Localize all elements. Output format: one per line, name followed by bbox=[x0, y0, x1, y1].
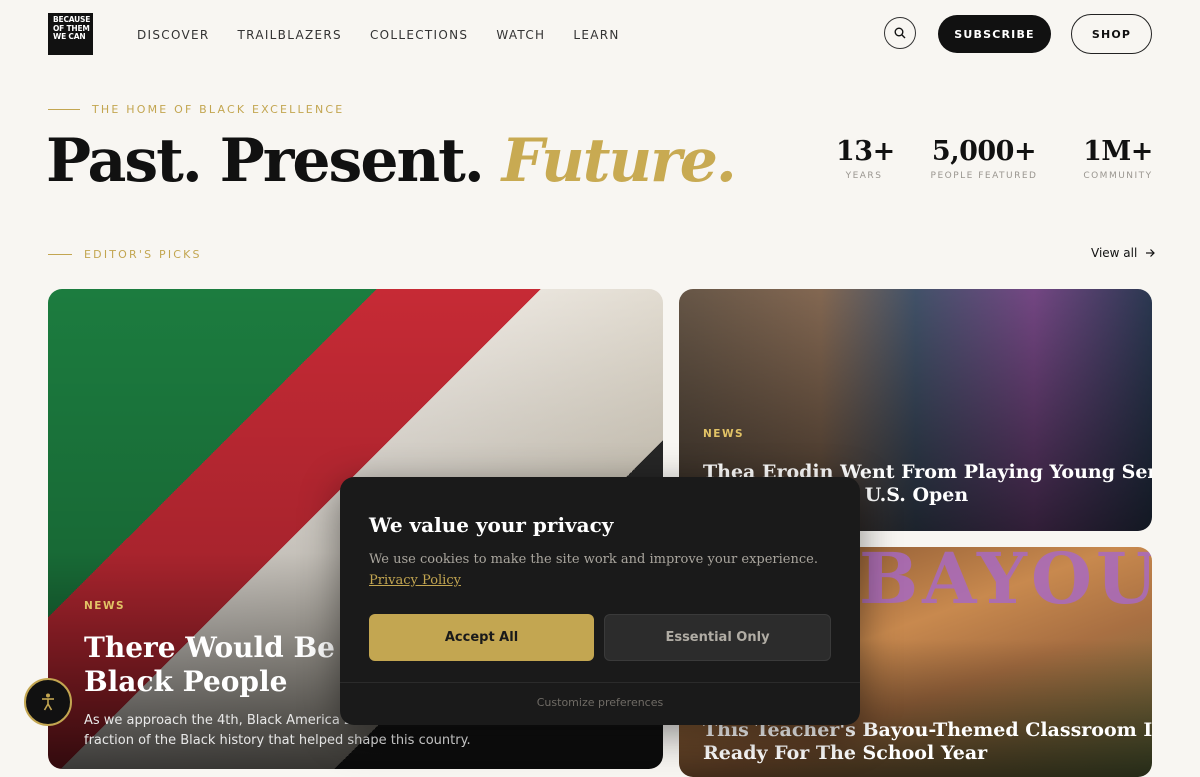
dialog-title: We value your privacy bbox=[369, 513, 614, 537]
accessibility-icon bbox=[42, 693, 54, 711]
stat-label: YEARS bbox=[845, 171, 883, 181]
essential-only-button[interactable]: Essential Only bbox=[604, 614, 831, 661]
view-all-link[interactable]: View all bbox=[1091, 246, 1156, 260]
view-all-label: View all bbox=[1091, 246, 1138, 260]
nav-watch[interactable]: WATCH bbox=[496, 28, 545, 42]
divider bbox=[340, 682, 860, 683]
section-rule bbox=[48, 254, 72, 255]
sign-text: BAYOU bbox=[859, 547, 1152, 620]
excerpt-line: fraction of the Black history that helpe… bbox=[84, 733, 471, 748]
stat-label: COMMUNITY bbox=[1083, 171, 1153, 181]
dialog-text: We use cookies to make the site work and… bbox=[369, 552, 818, 567]
nav-learn[interactable]: LEARN bbox=[573, 28, 619, 42]
stat-community: 1M+ COMMUNITY bbox=[1080, 136, 1156, 181]
card-tag: NEWS bbox=[703, 428, 745, 440]
nav-trailblazers[interactable]: TRAILBLAZERS bbox=[238, 28, 342, 42]
search-icon bbox=[894, 27, 906, 39]
card-title-line: Ready For The School Year bbox=[703, 742, 988, 764]
privacy-policy-link[interactable]: Privacy Policy bbox=[369, 573, 461, 588]
section-label: EDITOR'S PICKS bbox=[48, 248, 202, 261]
section-title: EDITOR'S PICKS bbox=[84, 248, 202, 261]
stat-value: 1M+ bbox=[1083, 136, 1153, 167]
stat-label: PEOPLE FEATURED bbox=[930, 171, 1038, 181]
logo[interactable]: BECAUSE OF THEM WE CAN bbox=[48, 13, 93, 55]
subscribe-button[interactable]: SUBSCRIBE bbox=[938, 15, 1051, 53]
accessibility-button[interactable] bbox=[24, 678, 72, 726]
eyebrow-rule bbox=[48, 109, 80, 110]
nav-collections[interactable]: COLLECTIONS bbox=[370, 28, 468, 42]
headline-accent: Future. bbox=[501, 126, 737, 196]
search-button[interactable] bbox=[884, 17, 916, 49]
stat-value: 13+ bbox=[836, 136, 895, 167]
eyebrow-text: THE HOME OF BLACK EXCELLENCE bbox=[92, 103, 345, 116]
logo-line: WE CAN bbox=[53, 32, 86, 41]
cookie-consent-dialog: We value your privacy We use cookies to … bbox=[340, 477, 860, 725]
arrow-right-icon bbox=[1146, 249, 1156, 257]
main-nav: DISCOVER TRAILBLAZERS COLLECTIONS WATCH … bbox=[137, 28, 620, 42]
stat-people: 5,000+ PEOPLE FEATURED bbox=[926, 136, 1042, 181]
stat-value: 5,000+ bbox=[931, 136, 1037, 167]
shop-button[interactable]: SHOP bbox=[1071, 14, 1152, 54]
stat-years: 13+ YEARS bbox=[836, 136, 895, 181]
customize-preferences-link[interactable]: Customize preferences bbox=[340, 696, 860, 709]
hero-eyebrow: THE HOME OF BLACK EXCELLENCE bbox=[48, 103, 344, 116]
card-title: This Teacher's Bayou-Themed Classroom Is… bbox=[703, 719, 1152, 765]
nav-discover[interactable]: DISCOVER bbox=[137, 28, 210, 42]
page-headline: Past. Present. Future. bbox=[46, 126, 737, 196]
headline-main: Past. Present. bbox=[46, 126, 485, 196]
card-tag: NEWS bbox=[84, 600, 126, 612]
accept-all-button[interactable]: Accept All bbox=[369, 614, 594, 661]
